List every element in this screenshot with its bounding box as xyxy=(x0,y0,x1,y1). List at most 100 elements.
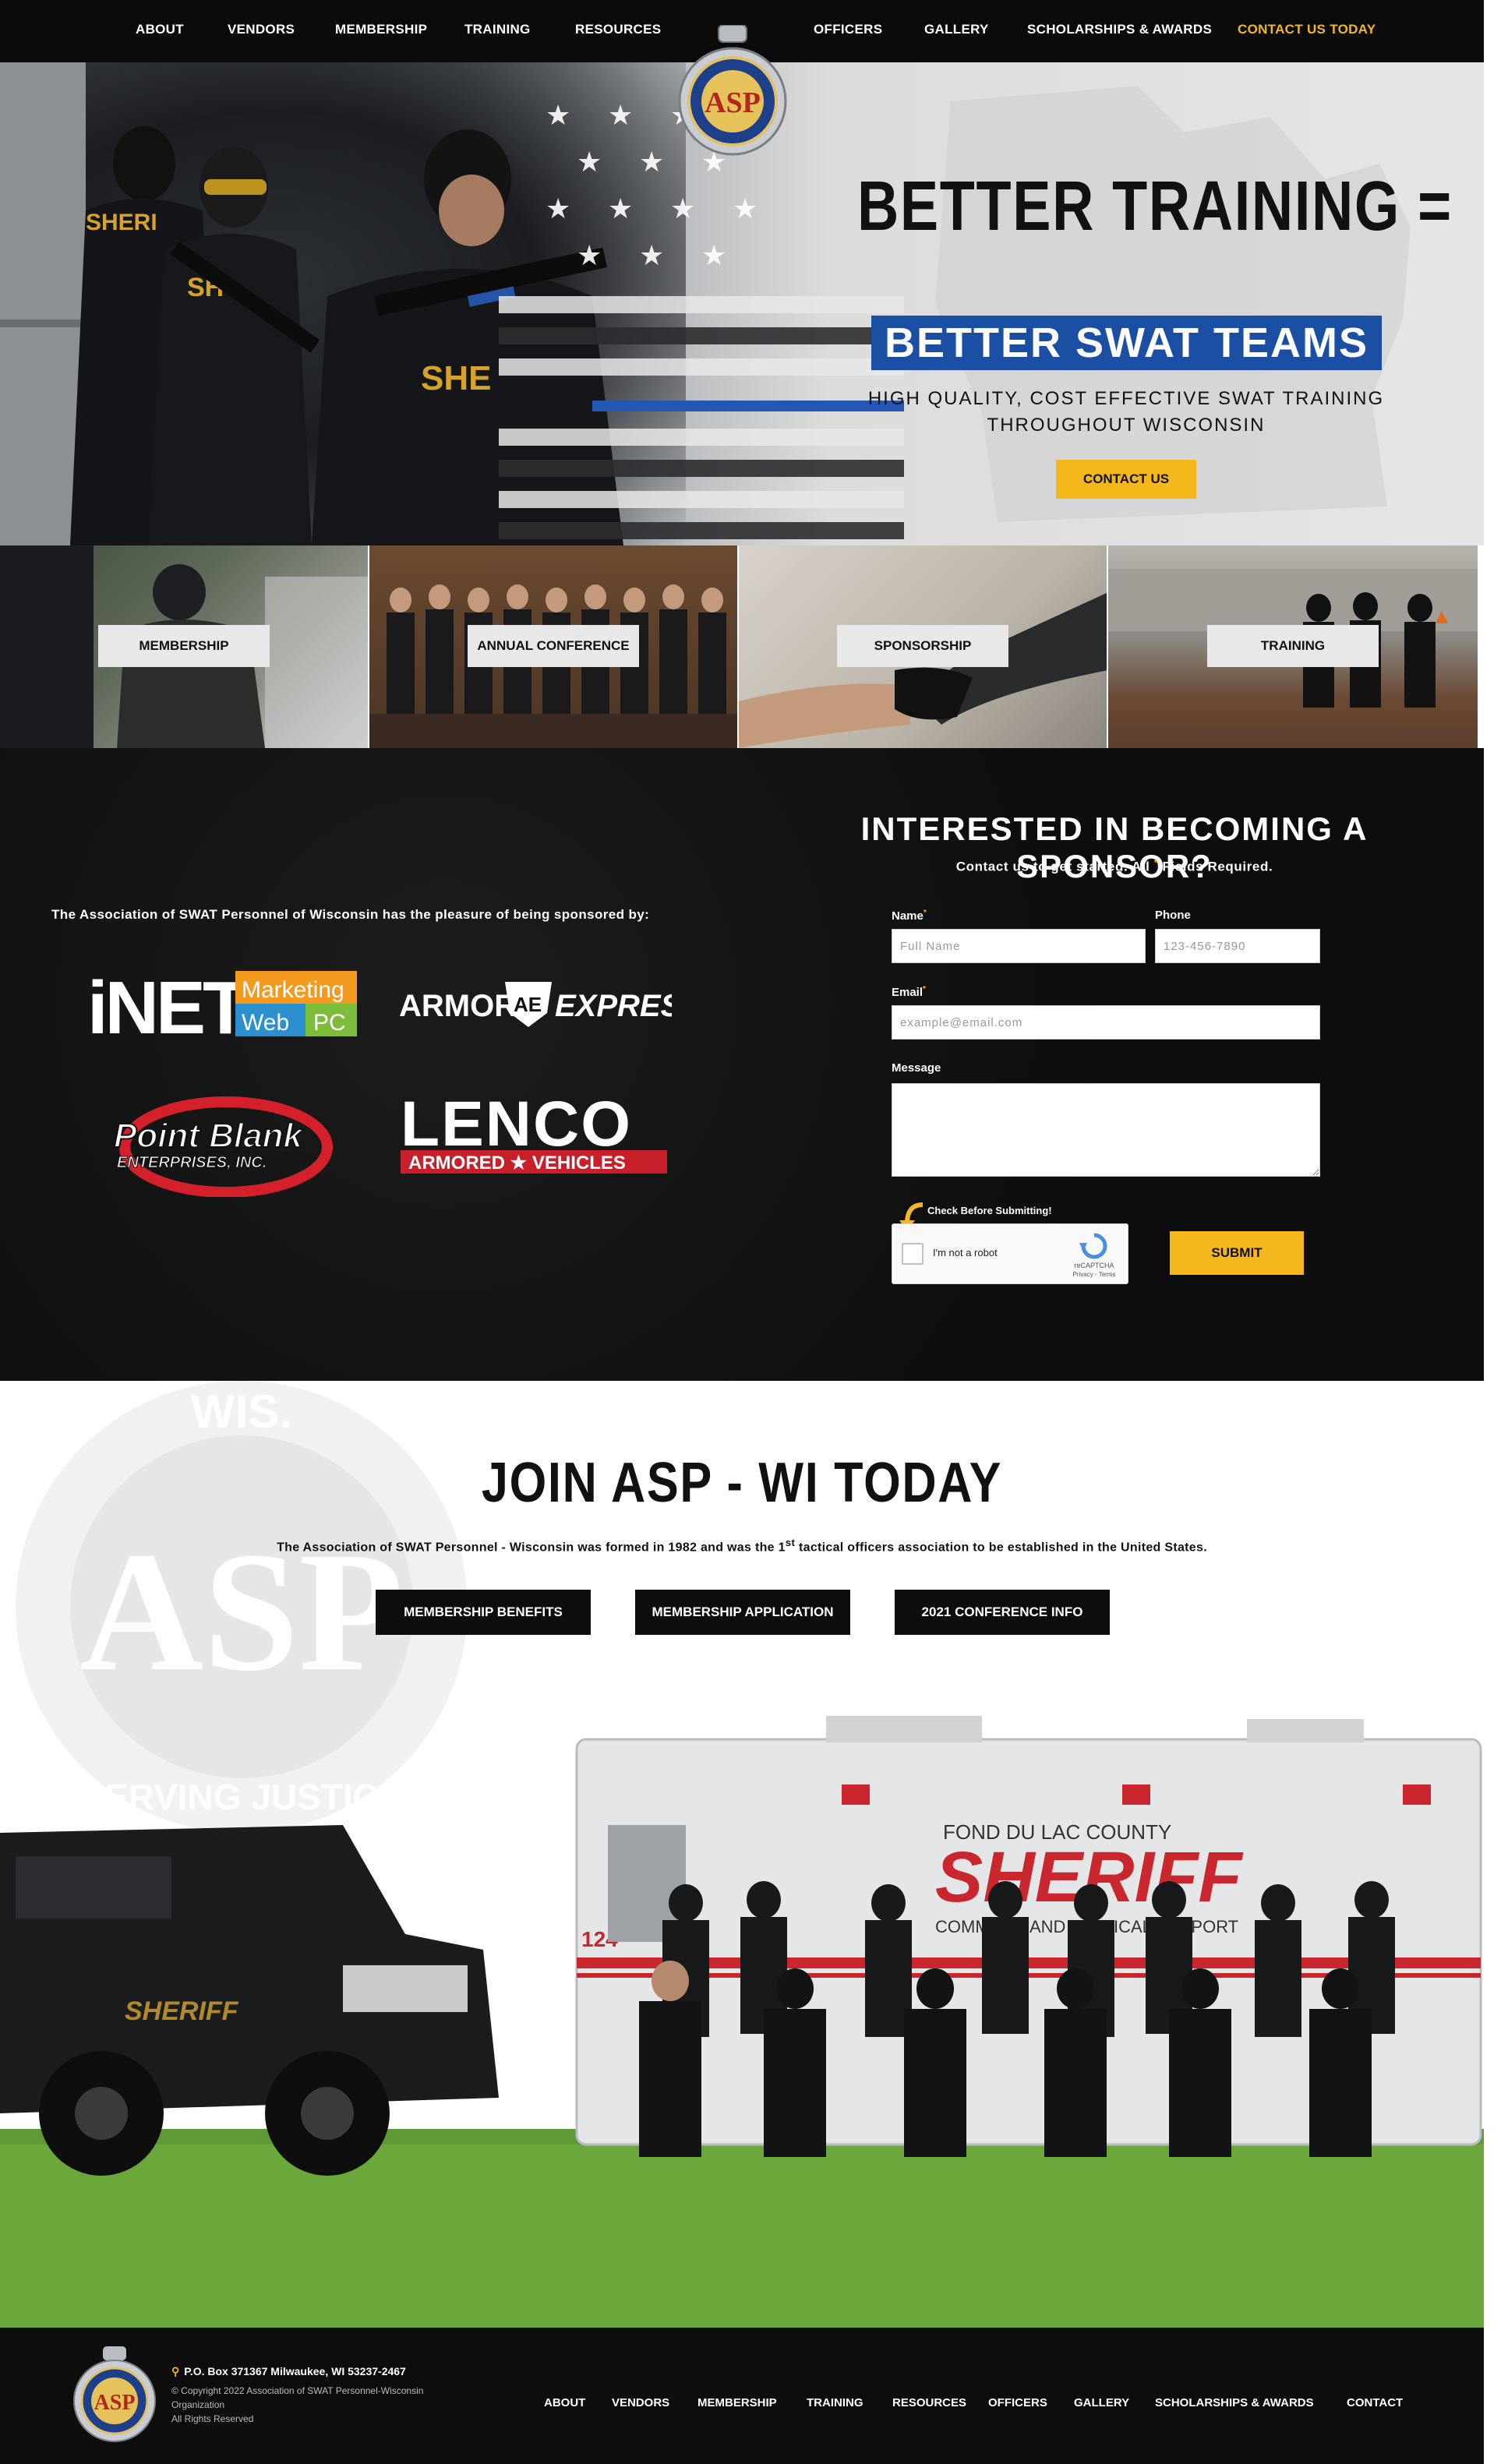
hero-contact-button[interactable]: Contact Us xyxy=(1056,460,1196,499)
required-star-icon: * xyxy=(1153,857,1159,868)
nav-training[interactable]: Training xyxy=(464,22,531,37)
svg-text:AE: AE xyxy=(514,993,542,1016)
svg-text:★: ★ xyxy=(577,146,602,178)
footer-link-about[interactable]: About xyxy=(544,2396,585,2409)
tile-training-label: Training xyxy=(1207,625,1379,667)
nav-gallery[interactable]: Gallery xyxy=(924,22,989,37)
phone-label: Phone xyxy=(1155,909,1191,922)
footer-copyright: © Copyright 2022 Association of SWAT Per… xyxy=(171,2385,424,2424)
hero-subtitle: High quality, cost effective SWAT traini… xyxy=(857,386,1395,439)
svg-text:Point Blank: Point Blank xyxy=(114,1117,305,1155)
hero-title-line2: BETTER SWAT TEAMS xyxy=(871,316,1382,370)
email-input[interactable] xyxy=(892,1005,1320,1040)
nav-vendors[interactable]: Vendors xyxy=(228,22,295,37)
nav-membership[interactable]: Membership xyxy=(335,22,427,37)
name-input[interactable] xyxy=(892,929,1146,963)
recaptcha-logo-icon xyxy=(1079,1233,1107,1259)
svg-text:★: ★ xyxy=(670,192,695,224)
join-title: JOIN ASP - WI TODAY xyxy=(481,1452,1003,1514)
recaptcha-label: I'm not a robot xyxy=(933,1247,998,1258)
svg-text:★: ★ xyxy=(608,192,633,224)
footer-link-membership[interactable]: Membership xyxy=(697,2396,777,2409)
footer-link-training[interactable]: Training xyxy=(807,2396,863,2409)
nav-officers[interactable]: Officers xyxy=(814,22,882,37)
recaptcha-widget: I'm not a robot reCAPTCHA Privacy - Term… xyxy=(892,1223,1128,1284)
recaptcha-checkbox[interactable] xyxy=(902,1243,924,1265)
svg-text:★: ★ xyxy=(701,239,726,271)
footer-address: ⚲ P.O. Box 371367 Milwaukee, WI 53237-246… xyxy=(171,2365,406,2378)
armor-express-sponsor-logo[interactable]: ARMOR AE EXPRESS xyxy=(399,974,672,1033)
svg-text:★: ★ xyxy=(639,146,664,178)
sponsor-section: The Association of SWAT Personnel of Wis… xyxy=(0,748,1484,1381)
sponsor-form-subtitle-b: Fields Required. xyxy=(1162,859,1273,874)
svg-text:EXPRESS: EXPRESS xyxy=(555,989,672,1023)
location-pin-icon: ⚲ xyxy=(171,2365,180,2378)
sponsor-form-subtitle-a: Contact us to get started. All xyxy=(955,859,1150,874)
join-description: The Association of SWAT Personnel - Wisc… xyxy=(277,1537,1207,1555)
point-blank-sponsor-logo[interactable]: Point Blank ENTERPRISES, INC. xyxy=(109,1096,335,1197)
svg-text:ARMOR: ARMOR xyxy=(399,989,517,1023)
tile-membership[interactable]: Membership xyxy=(0,545,369,748)
asp-seal-logo[interactable]: ASP xyxy=(675,25,790,156)
conference-info-button[interactable]: 2021 Conference Info xyxy=(895,1590,1110,1635)
site-footer: ASP ⚲ P.O. Box 371367 Milwaukee, WI 53237… xyxy=(0,2328,1484,2464)
tile-annual-conference[interactable]: Annual Conference xyxy=(369,545,739,748)
svg-text:SHERI: SHERI xyxy=(86,210,157,235)
tile-membership-label: Membership xyxy=(98,625,270,667)
tile-sponsorship-label: Sponsorship xyxy=(837,625,1008,667)
svg-text:ENTERPRISES, INC.: ENTERPRISES, INC. xyxy=(117,1154,267,1171)
footer-link-vendors[interactable]: Vendors xyxy=(612,2396,669,2409)
svg-text:★: ★ xyxy=(608,99,633,131)
membership-benefits-button[interactable]: Membership Benefits xyxy=(376,1590,591,1635)
name-label: Name* xyxy=(892,909,927,923)
svg-text:Web: Web xyxy=(242,1010,289,1036)
nav-about[interactable]: About xyxy=(136,22,184,37)
recaptcha-brand: reCAPTCHA xyxy=(1074,1262,1114,1269)
tile-sponsorship[interactable]: Sponsorship xyxy=(739,545,1108,748)
svg-text:★: ★ xyxy=(639,239,664,271)
submit-button[interactable]: Submit xyxy=(1170,1231,1304,1275)
sponsor-intro-text: The Association of SWAT Personnel of Wis… xyxy=(51,907,650,922)
phone-input[interactable] xyxy=(1155,929,1320,963)
footer-link-resources[interactable]: Resources xyxy=(892,2396,966,2409)
join-section: WIS. ASP SERVING JUSTICE JOIN ASP - WI T… xyxy=(0,1381,1484,2328)
footer-link-scholarships[interactable]: Scholarships & Awards xyxy=(1155,2396,1314,2409)
footer-link-contact[interactable]: Contact xyxy=(1347,2396,1403,2409)
footer-link-gallery[interactable]: Gallery xyxy=(1074,2396,1129,2409)
sponsor-form-subtitle: Contact us to get started. All * Fields … xyxy=(834,857,1395,875)
recaptcha-links[interactable]: Privacy - Terms xyxy=(1067,1271,1121,1278)
svg-text:★: ★ xyxy=(546,99,570,131)
hero-title-line1: BETTER TRAINING = xyxy=(857,168,1453,245)
svg-text:★: ★ xyxy=(546,192,570,224)
footer-asp-seal-logo[interactable]: ASP xyxy=(72,2346,157,2443)
message-label: Message xyxy=(892,1061,941,1075)
svg-text:★: ★ xyxy=(733,192,758,224)
svg-text:LENCO: LENCO xyxy=(401,1091,632,1160)
nav-contact-us-today[interactable]: Contact Us Today xyxy=(1238,22,1376,37)
membership-application-button[interactable]: Membership Application xyxy=(635,1590,850,1635)
vehicle-sheriff-text: SHERIFF xyxy=(125,1996,239,2026)
lenco-sponsor-logo[interactable]: LENCO ARMORED ★ VEHICLES xyxy=(397,1091,670,1177)
svg-text:ASP: ASP xyxy=(94,2391,136,2415)
inet-sponsor-logo[interactable]: iNET Marketing Web PC xyxy=(87,968,357,1040)
svg-text:★: ★ xyxy=(577,239,602,271)
svg-text:ARMORED ★ VEHICLES: ARMORED ★ VEHICLES xyxy=(408,1153,626,1174)
nav-scholarships[interactable]: Scholarships & Awards xyxy=(1027,22,1212,37)
email-label: Email* xyxy=(892,985,926,999)
svg-text:iNET: iNET xyxy=(87,968,248,1040)
svg-text:PC: PC xyxy=(313,1010,346,1036)
message-textarea[interactable] xyxy=(892,1083,1320,1177)
hero-subtitle-line1: High quality, cost effective SWAT traini… xyxy=(867,388,1385,409)
check-before-submitting-note: Check Before Submitting! xyxy=(927,1205,1052,1216)
logo-text: ASP xyxy=(705,86,761,119)
seal-top-text: WIS. xyxy=(191,1386,292,1438)
footer-link-officers[interactable]: Officers xyxy=(988,2396,1047,2409)
hero-subtitle-line2: throughout Wisconsin xyxy=(987,415,1266,436)
svg-text:SHE: SHE xyxy=(421,359,491,397)
swat-team-vehicles-photo: FOND DU LAC COUNTY SHERIFF COMMAND AND T… xyxy=(0,1716,1484,2328)
nav-resources[interactable]: Resources xyxy=(575,22,661,37)
feature-tiles: Membership Annual Conference Sponsors xyxy=(0,545,1484,748)
svg-text:Marketing: Marketing xyxy=(242,977,344,1003)
tile-annual-conference-label: Annual Conference xyxy=(468,625,639,667)
tile-training[interactable]: Training xyxy=(1108,545,1478,748)
